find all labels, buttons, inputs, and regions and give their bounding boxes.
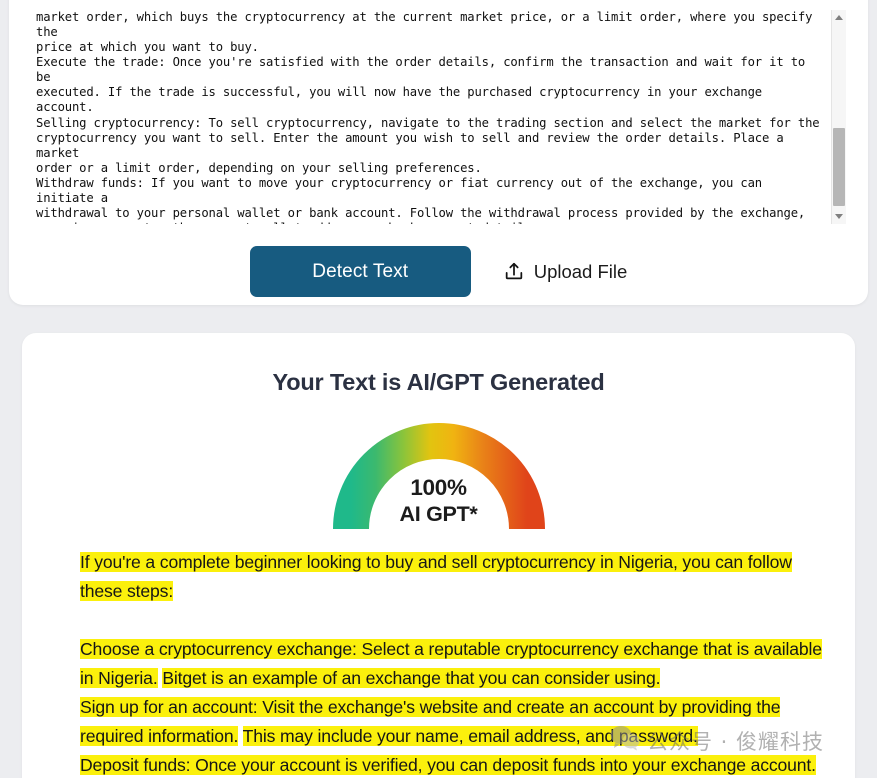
ai-score-gauge: 100% AI GPT* [332, 417, 545, 529]
textarea-scrollbar[interactable] [831, 10, 846, 224]
text-input-card: market order, which buys the cryptocurre… [9, 0, 868, 305]
upload-file-label: Upload File [533, 260, 628, 282]
result-card: Your Text is AI/GPT Generated 100% AI GP… [22, 333, 855, 778]
detect-text-button[interactable]: Detect Text [249, 246, 471, 297]
gauge-value-label: 100% AI GPT* [333, 475, 545, 527]
highlight-span: Bitget is an example of an exchange that… [162, 668, 661, 688]
highlight-span: Deposit funds: Once your account is veri… [80, 755, 816, 775]
upload-file-button[interactable]: Upload File [503, 260, 628, 283]
result-paragraph-1: If you're a complete beginner looking to… [80, 548, 837, 606]
action-buttons-row: Detect Text Upload File [9, 246, 868, 297]
highlight-span: If you're a complete beginner looking to… [80, 552, 792, 601]
highlighted-result-text: If you're a complete beginner looking to… [80, 548, 837, 778]
result-paragraph-4: Deposit funds: Once your account is veri… [80, 751, 837, 778]
gauge-percent: 100% [410, 475, 467, 501]
upload-icon [503, 261, 525, 283]
scroll-down-arrow-icon[interactable] [832, 209, 846, 224]
result-paragraph-2: Choose a cryptocurrency exchange: Select… [80, 635, 837, 693]
result-paragraph-3: Sign up for an account: Visit the exchan… [80, 693, 837, 751]
scroll-up-arrow-icon[interactable] [832, 10, 846, 25]
result-title: Your Text is AI/GPT Generated [272, 369, 605, 395]
scrollbar-thumb[interactable] [833, 128, 845, 206]
highlight-span: This may include your name, email addres… [242, 726, 698, 746]
text-input[interactable]: market order, which buys the cryptocurre… [36, 10, 831, 224]
text-input-area[interactable]: market order, which buys the cryptocurre… [36, 10, 846, 224]
gauge-subtitle: AI GPT* [399, 501, 478, 526]
